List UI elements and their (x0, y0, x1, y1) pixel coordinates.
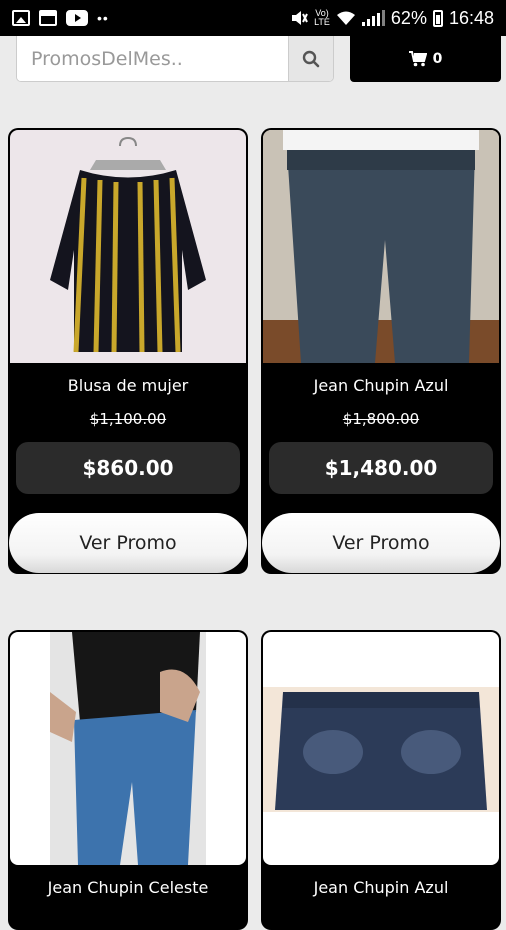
product-name: Jean Chupin Azul (313, 878, 449, 897)
calendar-icon (39, 10, 57, 26)
battery-icon (432, 9, 443, 27)
top-bar: 0 (0, 36, 506, 94)
battery-percent: 62% (390, 7, 427, 28)
promo-price: $860.00 (16, 442, 240, 494)
product-name: Blusa de mujer (67, 376, 189, 395)
promo-price: $1,480.00 (269, 442, 493, 494)
search-box (16, 36, 334, 82)
ver-promo-button[interactable]: Ver Promo (9, 513, 247, 573)
old-price: $1,800.00 (342, 410, 420, 428)
clock: 16:48 (448, 7, 494, 28)
youtube-icon (66, 10, 88, 26)
product-image[interactable] (263, 632, 499, 865)
search-input[interactable] (17, 36, 288, 81)
product-name: Jean Chupin Celeste (47, 878, 209, 897)
image-icon (12, 10, 30, 26)
search-button[interactable] (288, 36, 333, 81)
cart-icon (408, 51, 427, 67)
product-image[interactable] (10, 130, 246, 363)
cart-count: 0 (432, 51, 443, 67)
product-card: Jean Chupin Celeste (8, 630, 248, 930)
signal-icon (361, 10, 385, 26)
product-card: Jean Chupin Azul $1,800.00 $1,480.00 Ver… (261, 128, 501, 574)
product-card: Jean Chupin Azul (261, 630, 501, 930)
wifi-icon (336, 11, 355, 25)
product-image[interactable] (10, 632, 246, 865)
product-name: Jean Chupin Azul (313, 376, 449, 395)
product-image[interactable] (263, 130, 499, 363)
ver-promo-button[interactable]: Ver Promo (262, 513, 500, 573)
product-card: Blusa de mujer $1,100.00 $860.00 Ver Pro… (8, 128, 248, 574)
network-label: Vo) LTE (314, 8, 330, 27)
cart-button[interactable]: 0 (350, 36, 501, 82)
old-price: $1,100.00 (89, 410, 167, 428)
status-bar: •• Vo) LTE 62% 16:48 (0, 0, 506, 36)
more-dots-icon: •• (97, 10, 109, 26)
search-icon (302, 50, 320, 67)
mute-icon (292, 11, 308, 25)
